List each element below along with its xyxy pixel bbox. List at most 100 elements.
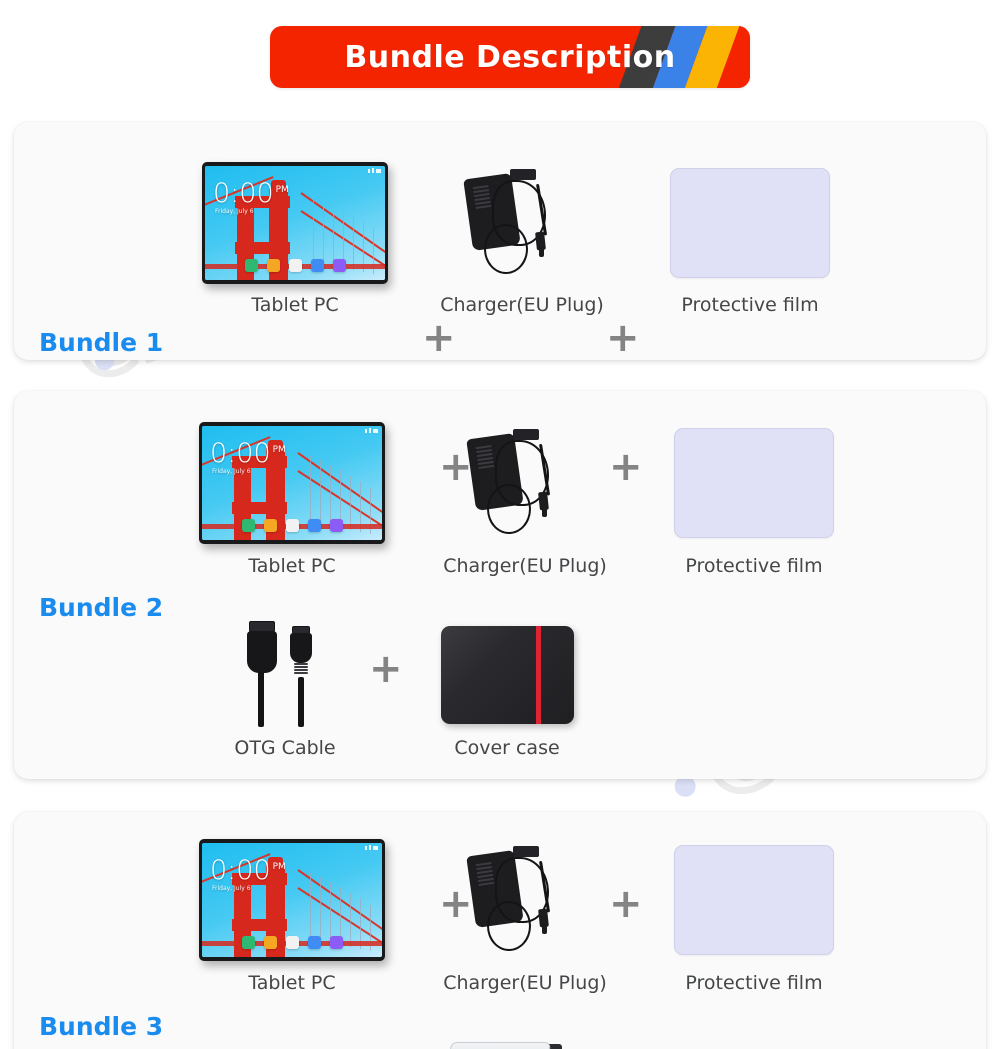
messages-app-icon[interactable] — [308, 519, 321, 532]
item-charger[interactable]: Charger(EU Plug) — [440, 158, 604, 316]
keyboard-case-body — [445, 1042, 551, 1049]
suspender-cable — [333, 205, 334, 267]
suspender-cable — [350, 893, 351, 947]
bundle-label-3: Bundle 3 — [39, 1012, 164, 1041]
lockscreen-date: Friday, July 6 — [212, 468, 251, 475]
apps-grid-icon[interactable] — [289, 259, 302, 272]
item-tablet-pc[interactable]: 0:00 PM Friday, July 6 Tablet PC — [190, 158, 400, 316]
tablet-device: 0:00 PM Friday, July 6 — [199, 839, 385, 961]
bundle-label-1: Bundle 1 — [39, 328, 164, 357]
phone-app-icon[interactable] — [245, 259, 258, 272]
clock-time: 0:00 — [213, 178, 274, 209]
item-label: Tablet PC — [248, 555, 336, 577]
protective-film-image — [674, 417, 834, 549]
item-label: Protective film — [685, 972, 823, 994]
plug-prong — [513, 846, 539, 857]
otg-cord-b — [298, 677, 304, 727]
signal-icon — [365, 845, 367, 850]
suspender-cable — [353, 216, 354, 270]
suspender-cable — [320, 460, 321, 526]
item-tablet-pc[interactable]: 0:00 PM Friday, July 6 Tablet PC — [186, 834, 398, 994]
app-dock — [242, 936, 343, 949]
item-protective-film[interactable]: Protective film — [654, 417, 854, 577]
plus-separator: + — [369, 646, 403, 692]
camera-app-icon[interactable] — [330, 936, 343, 949]
wifi-icon — [369, 428, 371, 433]
header-banner: Bundle Description — [270, 26, 750, 88]
status-bar — [365, 845, 378, 850]
charger-image — [442, 158, 602, 288]
battery-icon — [373, 428, 378, 433]
charger-device — [465, 424, 585, 542]
tablet-screen: 0:00 PM Friday, July 6 — [202, 426, 382, 540]
charger-device — [465, 841, 585, 959]
wifi-icon — [372, 168, 374, 173]
suspender-cable — [350, 476, 351, 530]
item-label: Protective film — [681, 294, 819, 316]
messages-app-icon[interactable] — [311, 259, 324, 272]
protective-film-image — [670, 158, 830, 288]
lockscreen-date: Friday, July 6 — [215, 208, 254, 215]
plus-separator: + — [609, 881, 643, 927]
otg-strain-relief — [294, 663, 308, 674]
phone-app-icon[interactable] — [242, 519, 255, 532]
otg-connector-b-body — [290, 633, 312, 663]
item-protective-film[interactable]: Protective film — [650, 158, 850, 316]
camera-app-icon[interactable] — [330, 519, 343, 532]
camera-app-icon[interactable] — [333, 259, 346, 272]
bundle-card-3: Bundle 3 0:00 PM Friday, July 6 Tablet P… — [14, 812, 986, 1049]
protective-film-sheet — [674, 428, 834, 538]
bridge-tower-crossbeam — [232, 502, 287, 514]
tablet-device: 0:00 PM Friday, July 6 — [202, 162, 388, 284]
item-label: Charger(EU Plug) — [443, 972, 607, 994]
usb-tip-end — [539, 248, 544, 257]
apps-grid-icon[interactable] — [286, 936, 299, 949]
contacts-app-icon[interactable] — [264, 936, 277, 949]
bundle-card-1: Bundle 1 0:00 PM Friday, July 6 Tablet P… — [14, 122, 986, 360]
charger-device — [462, 164, 582, 282]
signal-icon — [365, 428, 367, 433]
phone-app-icon[interactable] — [242, 936, 255, 949]
tablet-device: 0:00 PM Friday, July 6 — [199, 422, 385, 544]
item-label: Charger(EU Plug) — [440, 294, 604, 316]
tablet-pc-image: 0:00 PM Friday, July 6 — [202, 158, 388, 288]
lockscreen-clock: 0:00 PM — [213, 180, 289, 207]
status-bar — [365, 428, 378, 433]
item-charger[interactable]: Charger(EU Plug) — [443, 417, 607, 577]
contacts-app-icon[interactable] — [267, 259, 280, 272]
lockscreen-date: Friday, July 6 — [212, 885, 251, 892]
clock-ampm: PM — [272, 445, 286, 455]
charger-image — [444, 417, 606, 549]
item-otg-cable[interactable]: OTG Cable — [200, 619, 370, 759]
item-charger[interactable]: Charger(EU Plug) — [443, 834, 607, 994]
bundle-card-2: Bundle 2 0:00 PM Friday, July 6 Tablet P… — [14, 391, 986, 779]
tablet-pc-image: 0:00 PM Friday, July 6 — [199, 417, 385, 549]
suspender-cable — [310, 456, 311, 526]
plus-separator: + — [609, 444, 643, 490]
item-cover-case[interactable]: Cover case — [414, 619, 600, 759]
battery-icon — [373, 845, 378, 850]
item-label: OTG Cable — [234, 737, 336, 759]
item-label: Charger(EU Plug) — [443, 555, 607, 577]
cover-case-device — [440, 626, 574, 724]
plug-ribs — [475, 444, 495, 470]
plug-ribs — [475, 861, 495, 887]
item-protective-film[interactable]: Protective film — [654, 834, 854, 994]
apps-grid-icon[interactable] — [286, 519, 299, 532]
protective-film-sheet — [674, 845, 834, 955]
protective-film-sheet — [670, 168, 830, 278]
clock-ampm: PM — [272, 862, 286, 872]
item-keyboard-case[interactable] — [434, 1030, 604, 1049]
keyboard-case-image — [434, 1030, 604, 1049]
bundle-description-page: CIGE CIGE Bundle Description Bundle 1 — [0, 0, 1000, 1049]
wifi-icon — [369, 845, 371, 850]
item-tablet-pc[interactable]: 0:00 PM Friday, July 6 Tablet PC — [186, 417, 398, 577]
item-label: Tablet PC — [251, 294, 339, 316]
suspender-cable — [310, 873, 311, 943]
messages-app-icon[interactable] — [308, 936, 321, 949]
suspender-cable — [320, 877, 321, 943]
bridge-tower-crossbeam — [232, 919, 287, 931]
contacts-app-icon[interactable] — [264, 519, 277, 532]
plus-separator: + — [606, 315, 640, 360]
cover-case-sheen — [440, 626, 574, 724]
